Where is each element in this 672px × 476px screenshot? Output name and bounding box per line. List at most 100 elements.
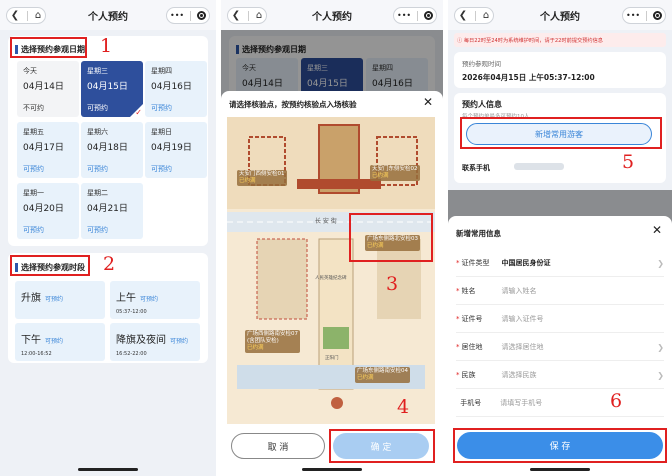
date-weekday: 星期一 [23,189,44,197]
field-label: 民族 [461,371,476,379]
modal-title: 请选择核验点，按预约核验点入场核验 [229,100,357,109]
date-status: 可预约 [151,104,172,112]
map-west-building [256,238,308,320]
date-status: 可预约 [87,165,108,173]
annotation-number-3: 3 [386,273,399,295]
field-input[interactable]: 请选择民族 [502,370,658,380]
modal-title: 新增常用信息 [456,229,501,238]
time-slot-availability: 可预约 [45,338,64,345]
time-slot-name: 下午 [21,335,41,346]
date-value: 04月18日 [87,143,128,153]
required-mark: * [456,315,460,323]
close-icon[interactable]: ✕ [652,223,662,237]
navigation-bar: ❮ ⌂ 个人预约 ••• [0,0,216,30]
form-field[interactable]: * 证件号 请输入证件号 [456,306,664,333]
form-field[interactable]: 手机号 请填写手机号 [456,390,664,417]
annotation-number-6: 6 [610,390,623,412]
map-monument-label: 人民英雄纪念碑 [315,276,347,281]
annotation-box-6 [453,428,667,463]
home-indicator [530,468,590,471]
annotation-box-5 [460,117,662,149]
time-slot-option[interactable]: 升旗 可预约 [15,281,105,319]
form-field[interactable]: * 姓名 请输入姓名 [456,278,664,305]
cancel-button[interactable]: 取 消 [231,433,325,459]
close-icon[interactable]: ✕ [423,95,433,109]
phone-label: 联系手机 [462,164,490,172]
mini-program-capsule: ••• [393,7,437,24]
chevron-right-icon: ❯ [657,258,664,268]
date-status: 可预约 [87,226,108,234]
time-slot-option[interactable]: 下午 可预约 12:00-16:52 [15,323,105,361]
date-option[interactable]: 星期二 04月21日 可预约 [81,183,143,239]
checkpoint-panel: ❮ ⌂ 个人预约 ••• 选择预约参观日期 今天 04月14日 星期三 04月15日 星期… [221,0,443,476]
time-slot-range: 05:37-12:00 [116,309,147,315]
date-option[interactable]: 星期六 04月18日 可预约 [81,122,143,178]
date-status: 可预约 [23,226,44,234]
annotation-box-2 [10,255,90,276]
required-mark: * [456,371,460,379]
date-weekday: 今天 [23,67,37,75]
chevron-right-icon: ❯ [657,342,664,352]
map-gate-wall [297,179,381,189]
close-mini-program-icon[interactable] [424,11,433,20]
annotation-box-1 [10,37,87,58]
close-mini-program-icon[interactable] [197,11,206,20]
checkpoint-01[interactable]: 天安门西侧安检01 已约满 [237,170,287,186]
visit-time-value: 2026年04月15日 上午05:37-12:00 [462,73,595,82]
time-slot-range: 16:52-22:00 [116,351,147,357]
map-street-label: 长 安 街 [315,218,337,225]
field-input[interactable]: 请选择居住地 [502,342,658,352]
field-input[interactable]: 请填写手机号 [500,398,664,408]
more-icon[interactable]: ••• [626,11,640,20]
navigation-bar: ❮ ⌂ 个人预约 ••• [221,0,443,30]
person-title: 预约人信息 [462,100,502,109]
map-gate-label: 正阳门 [325,356,339,361]
map-park [323,327,349,349]
date-weekday: 星期四 [151,67,172,75]
time-slot-availability: 可预约 [45,296,64,303]
warning-icon: ⓘ [457,38,463,44]
more-icon[interactable]: ••• [170,11,184,20]
form-field[interactable]: * 民族 请选择民族 ❯ [456,362,664,389]
field-input[interactable]: 请输入姓名 [502,286,665,296]
notice-text: 每日22时至24时为系统维护时间，请于22时前提交预约信息 [463,38,603,44]
date-option[interactable]: 星期日 04月19日 可预约 [145,122,207,178]
date-option[interactable]: 星期一 04月20日 可预约 [17,183,79,239]
annotation-box-3 [349,213,433,262]
checkpoint-07[interactable]: 广场西侧路南安检07 (含团队安检) 已约满 [245,330,300,353]
date-weekday: 星期二 [87,189,108,197]
checkpoint-map: 天安门西侧安检01 已约满 天安门东侧安检02 已约满 广场东侧路北安检03 已约满 … [227,117,435,424]
chevron-right-icon: ❯ [657,370,664,380]
field-label: 居住地 [461,343,483,351]
date-option[interactable]: 星期四 04月16日 可预约 [145,61,207,117]
date-weekday: 星期日 [151,128,172,136]
annotation-box-4 [329,429,435,463]
checkpoint-04[interactable]: 广场东侧路南安检04 已约满 [355,367,410,383]
date-option[interactable]: 星期三 04月15日 可预约 ✓ [81,61,143,117]
time-slot-option[interactable]: 降旗及夜间 可预约 16:52-22:00 [110,323,200,361]
navigation-bar: ❮ ⌂ 个人预约 ••• [448,0,672,30]
date-weekday: 星期五 [23,128,44,136]
checkpoint-02[interactable]: 天安门东侧安检02 已约满 [370,165,420,181]
date-value: 04月14日 [23,82,64,92]
maintenance-notice: ⓘ 每日22时至24时为系统维护时间，请于22时前提交预约信息 [454,33,666,47]
time-slot-option[interactable]: 上午 可预约 05:37-12:00 [110,281,200,319]
field-input[interactable]: 中国居民身份证 [502,258,658,268]
form-field[interactable]: * 证件类型 中国居民身份证 ❯ [456,250,664,277]
date-weekday: 星期六 [87,128,108,136]
close-mini-program-icon[interactable] [653,11,662,20]
date-option[interactable]: 星期五 04月17日 可预约 [17,122,79,178]
mini-program-capsule: ••• [166,7,210,24]
date-status: 可预约 [151,165,172,173]
required-mark: * [456,343,460,351]
form-field[interactable]: * 居住地 请选择居住地 ❯ [456,334,664,361]
date-option: 今天 04月14日 不可约 [17,61,79,117]
map-gate-south [331,397,343,409]
mini-program-capsule: ••• [622,7,666,24]
more-icon[interactable]: ••• [397,11,411,20]
date-status: 可预约 [23,165,44,173]
time-slot-name: 升旗 [21,293,41,304]
visit-time-card: 预约参观时间 2026年04月15日 上午05:37-12:00 [454,52,666,88]
field-input[interactable]: 请输入证件号 [502,314,665,324]
home-indicator [302,468,362,471]
